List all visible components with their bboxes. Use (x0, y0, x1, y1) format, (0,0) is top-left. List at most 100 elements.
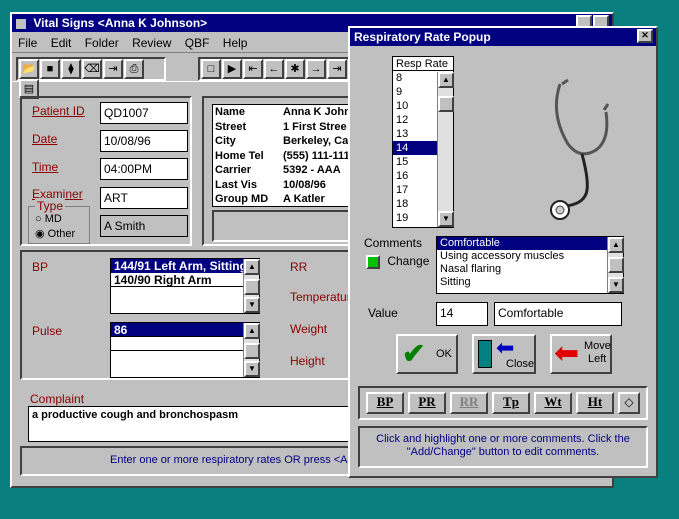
info-row: Name Anna K John (213, 105, 357, 120)
menu-review[interactable]: Review (132, 36, 171, 50)
scroll-down-icon[interactable]: ▼ (438, 211, 454, 227)
patient-info-panel: Name Anna K John Street 1 First Stree City Be… (202, 96, 362, 246)
resp-rate-item[interactable]: 9 (393, 85, 437, 99)
pulse-list[interactable]: 86 ▲ ▼ (110, 322, 260, 378)
resp-rate-item[interactable]: 13 (393, 127, 437, 141)
ok-button[interactable]: ✔ OK (396, 334, 458, 374)
scroll-down-icon[interactable]: ▼ (244, 361, 260, 377)
vital-tabs-bar: BP PR RR Tp Wt Ht ◇ (358, 386, 648, 420)
blue-arrow-icon: ⬅ (496, 335, 515, 360)
type-other-radio[interactable]: ◉ Other (35, 227, 75, 240)
resp-rate-item[interactable]: 8 (393, 71, 437, 85)
menu-folder[interactable]: Folder (85, 36, 119, 50)
complaint-field[interactable]: a productive cough and bronchospasm (28, 406, 362, 442)
query-icon[interactable]: □ (201, 59, 221, 79)
close-button[interactable]: ⬅ Close (472, 334, 536, 374)
bp-item[interactable]: 140/90 Right Arm (111, 273, 243, 287)
info-row: Carrier 5392 - AAA (213, 163, 357, 178)
menu-help[interactable]: Help (223, 36, 248, 50)
examiner-field[interactable]: ART (100, 187, 188, 209)
scroll-thumb[interactable] (438, 96, 454, 112)
comment-item[interactable]: Nasal flaring (437, 263, 607, 276)
scroll-down-icon[interactable]: ▼ (244, 297, 260, 313)
toolbar-group-right: □ ▶ ⇤ ← ✱ → ⇥ (198, 57, 358, 81)
scroll-down-icon[interactable]: ▼ (608, 277, 624, 293)
info-value: 10/08/96 (283, 178, 326, 191)
resp-rate-header: Resp Rate (393, 57, 453, 71)
pulse-item[interactable]: 86 (111, 323, 243, 337)
comment-item[interactable]: Sitting (437, 276, 607, 289)
info-key: Home Tel (215, 149, 264, 162)
info-key: Carrier (215, 164, 252, 176)
scroll-thumb[interactable] (244, 343, 260, 359)
tag-icon[interactable]: ⧫ (61, 59, 81, 79)
comment-item[interactable]: Using accessory muscles (437, 250, 607, 263)
tab-tp[interactable]: Tp (492, 392, 530, 414)
popup-close-icon[interactable]: ✕ (637, 29, 653, 43)
menu-edit[interactable]: Edit (51, 36, 72, 50)
cross-icon[interactable]: ✱ (285, 59, 305, 79)
red-arrow-icon: ⬅ (554, 337, 580, 370)
prev-record-icon[interactable]: ← (264, 59, 284, 79)
tab-pr[interactable]: PR (408, 392, 446, 414)
comments-list[interactable]: Comfortable Using accessory muscles Nasal … (436, 236, 624, 294)
change-button[interactable]: Change (366, 254, 429, 269)
patient-info-table: Name Anna K John Street 1 First Stree City Be… (212, 104, 358, 207)
scroll-up-icon[interactable]: ▲ (608, 237, 624, 253)
ok-label: OK (436, 348, 452, 360)
rr-label: RR (290, 260, 308, 274)
resp-rate-item[interactable]: 19 (393, 211, 437, 225)
resp-rate-item[interactable]: 17 (393, 183, 437, 197)
scroll-up-icon[interactable]: ▲ (244, 323, 260, 339)
resp-rate-item[interactable]: 16 (393, 169, 437, 183)
comments-scrollbar[interactable]: ▲ ▼ (607, 237, 624, 293)
pulse-scrollbar[interactable]: ▲ ▼ (243, 323, 260, 377)
bp-list[interactable]: 144/91 Left Arm, Sitting 140/90 Right Ar… (110, 258, 260, 314)
resp-rate-item[interactable]: 18 (393, 197, 437, 211)
resp-rate-item[interactable]: 10 (393, 99, 437, 113)
resp-rate-item[interactable]: 14 (393, 141, 437, 155)
bp-scrollbar[interactable]: ▲ ▼ (243, 259, 260, 313)
play-icon[interactable]: ▶ (222, 59, 242, 79)
value-text-field[interactable]: Comfortable (494, 302, 622, 326)
door-exit-icon (478, 340, 492, 368)
scroll-thumb[interactable] (608, 257, 624, 273)
menu-qbf[interactable]: QBF (185, 36, 210, 50)
resp-rate-item[interactable]: 15 (393, 155, 437, 169)
menu-file[interactable]: File (18, 36, 37, 50)
first-record-icon[interactable]: ⇤ (243, 59, 263, 79)
time-field[interactable]: 04:00PM (100, 158, 188, 180)
open-folder-icon[interactable]: 📂 (19, 59, 39, 79)
type-other-label: Other (47, 228, 76, 240)
tab-wt[interactable]: Wt (534, 392, 572, 414)
next-record-icon[interactable]: → (306, 59, 326, 79)
date-field[interactable]: 10/08/96 (100, 130, 188, 152)
tab-bp[interactable]: BP (366, 392, 404, 414)
save-icon[interactable]: ■ (40, 59, 60, 79)
bp-item[interactable]: 144/91 Left Arm, Sitting (111, 259, 243, 273)
change-label: Change (387, 254, 430, 268)
eraser-icon[interactable]: ◇ (618, 392, 640, 414)
comment-item[interactable]: Comfortable (437, 237, 607, 250)
type-md-label: MD (44, 213, 62, 225)
info-key: Name (215, 106, 245, 118)
trash-icon[interactable]: ⌫ (82, 59, 102, 79)
scroll-up-icon[interactable]: ▲ (438, 72, 454, 88)
move-left-button[interactable]: ⬅ Move Left (550, 334, 612, 374)
patient-id-field[interactable]: QD1007 (100, 102, 188, 124)
import-icon[interactable]: ⇥ (103, 59, 123, 79)
scroll-thumb[interactable] (244, 279, 260, 295)
resp-rate-item[interactable]: 12 (393, 113, 437, 127)
tab-ht[interactable]: Ht (576, 392, 614, 414)
info-value: Berkeley, Ca (283, 135, 349, 147)
resp-rate-scrollbar[interactable]: ▲ ▼ (437, 72, 454, 227)
info-value: 1 First Stree (283, 120, 347, 133)
print-icon[interactable]: ⎙ (124, 59, 144, 79)
status-text: Enter one or more respiratory rates OR p… (110, 454, 362, 466)
scroll-up-icon[interactable]: ▲ (244, 259, 260, 275)
last-record-icon[interactable]: ⇥ (327, 59, 347, 79)
resp-rate-list[interactable]: Resp Rate 8 9 10 12 13 14 15 16 17 18 19 ▲ ▼ (392, 56, 454, 228)
resp-rate-popup: Respiratory Rate Popup ✕ Resp Rate 8 9 10 1… (348, 26, 658, 478)
type-md-radio[interactable]: ○ MD (35, 213, 62, 225)
value-number-field[interactable]: 14 (436, 302, 488, 326)
